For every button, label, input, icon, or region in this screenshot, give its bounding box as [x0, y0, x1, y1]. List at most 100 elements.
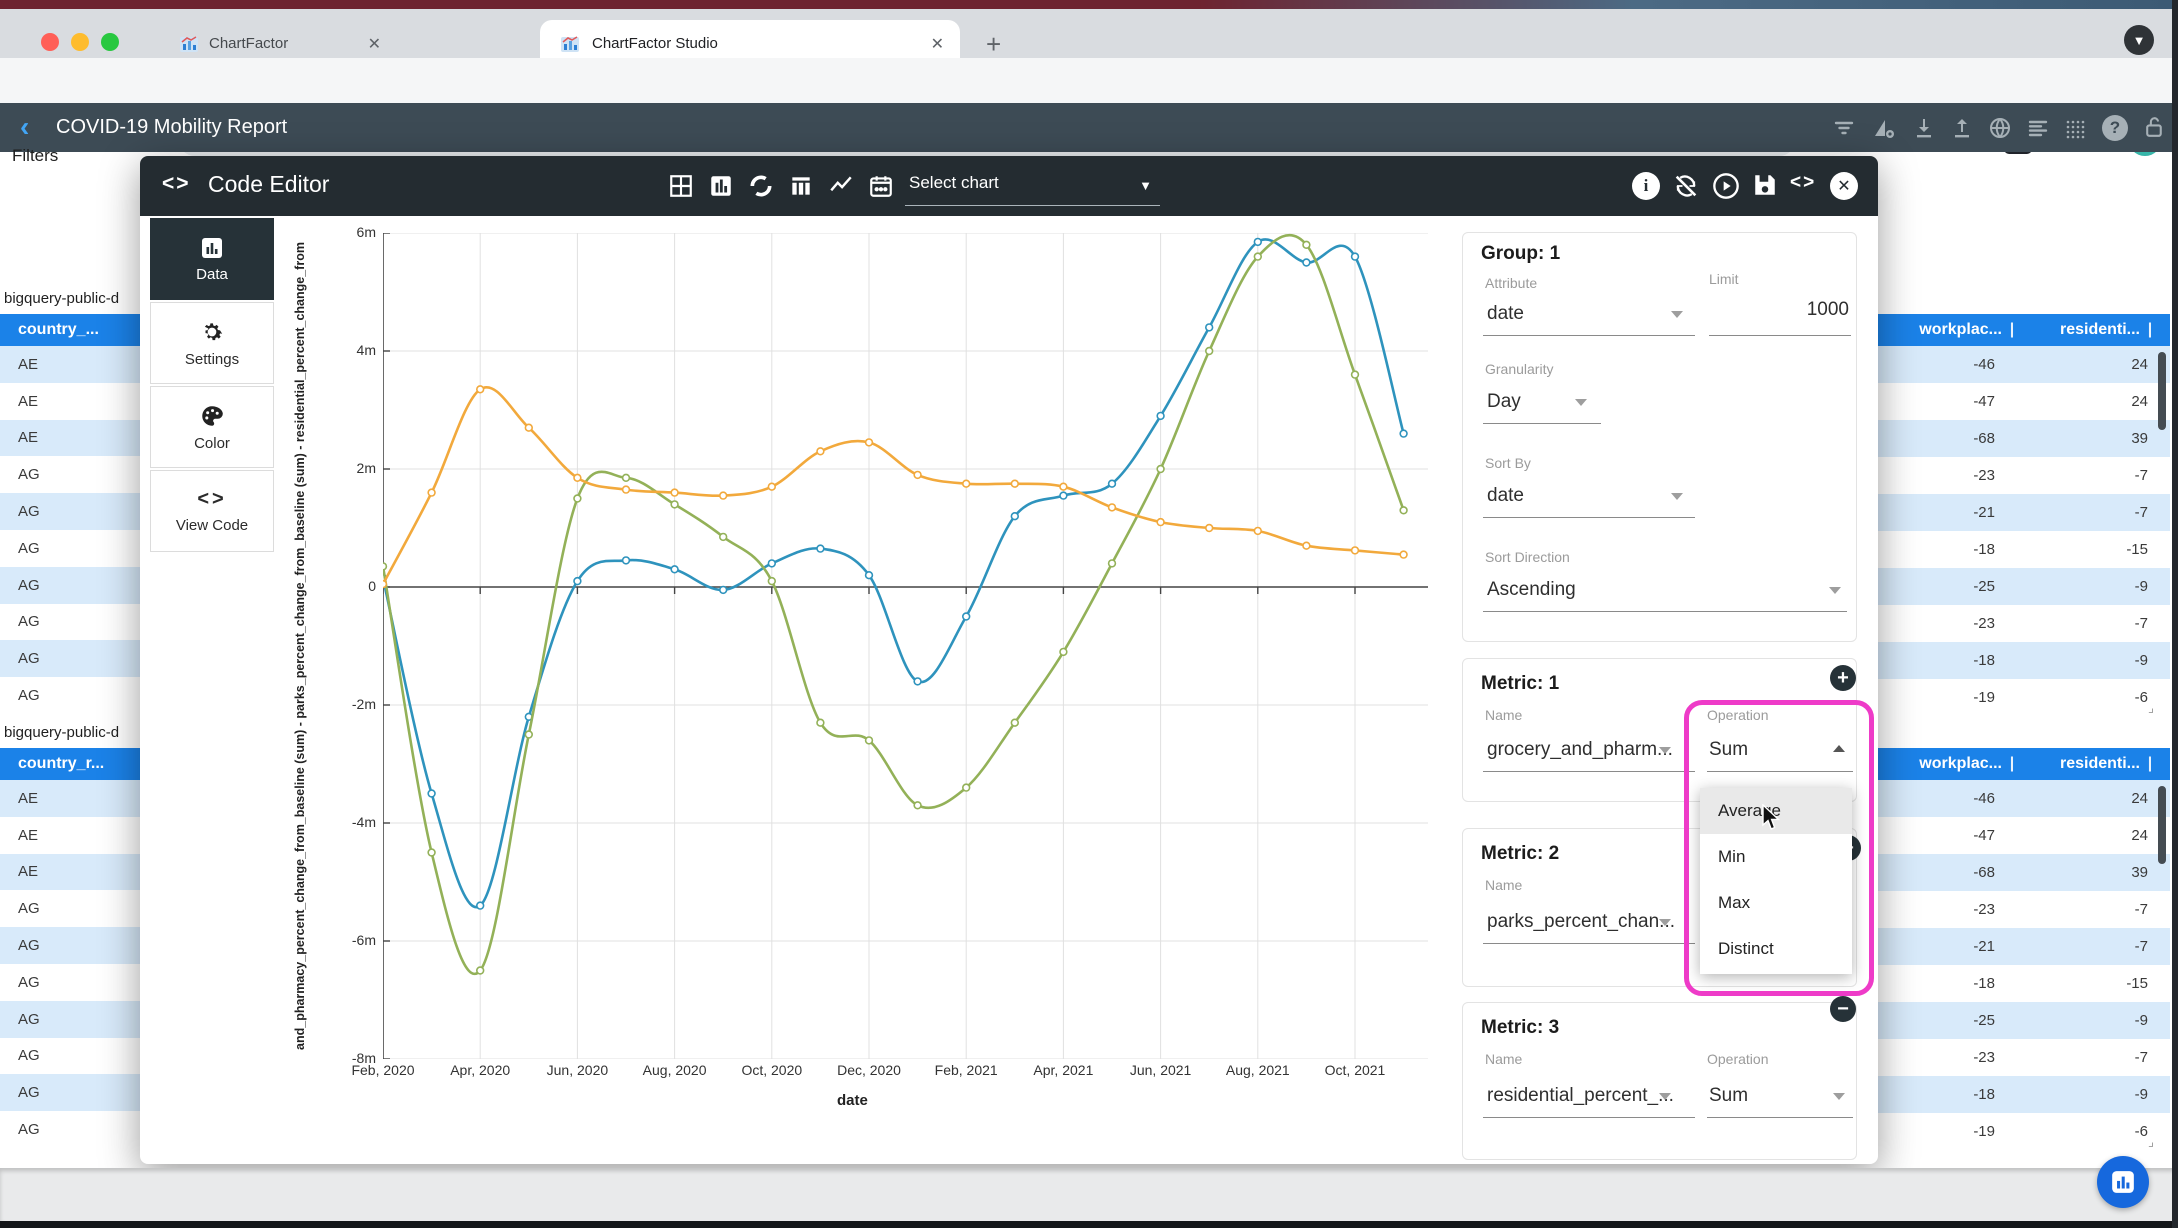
table-row[interactable]: -18-15 — [1878, 531, 2170, 568]
sidebar-item-color[interactable]: Color — [150, 386, 274, 468]
save-icon[interactable] — [1752, 172, 1778, 198]
table-row[interactable]: -18-9 — [1878, 1076, 2170, 1113]
table-scrollbar-thumb[interactable] — [2158, 786, 2166, 864]
chevron-down-icon[interactable] — [1671, 493, 1683, 500]
filter-icon[interactable] — [1832, 116, 1856, 140]
table-row[interactable]: AG — [0, 1001, 145, 1038]
sidebar-item-view-code[interactable]: <> View Code — [150, 470, 274, 552]
metric3-operation-value[interactable]: Sum — [1709, 1085, 1748, 1107]
tab-close-icon[interactable]: ✕ — [368, 34, 381, 54]
table-row[interactable]: AG — [0, 604, 145, 641]
metric1-name-value[interactable]: grocery_and_pharm... — [1487, 739, 1673, 761]
table-row[interactable]: -4724 — [1878, 817, 2170, 854]
chart-fab-button[interactable] — [2097, 1156, 2149, 1208]
table-row[interactable]: -18-15 — [1878, 965, 2170, 1002]
run-play-icon[interactable] — [1712, 172, 1740, 200]
download-icon[interactable] — [1912, 116, 1936, 140]
table-row[interactable]: -25-9 — [1878, 1002, 2170, 1039]
metric3-name-value[interactable]: residential_percent_... — [1487, 1085, 1674, 1107]
table-row[interactable]: AG — [0, 1038, 145, 1075]
grid-dots-icon[interactable] — [2064, 116, 2088, 140]
chevron-down-icon[interactable] — [1575, 399, 1587, 406]
sort-direction-value[interactable]: Ascending — [1487, 579, 1576, 601]
chevron-down-icon[interactable] — [1833, 1093, 1845, 1100]
attribute-value[interactable]: date — [1487, 303, 1524, 325]
table-row[interactable]: -25-9 — [1878, 568, 2170, 605]
chevron-down-icon[interactable] — [1829, 587, 1841, 594]
chart-settings-icon[interactable] — [1872, 115, 1898, 141]
table-row[interactable]: -23-7 — [1878, 457, 2170, 494]
traffic-light-zoom[interactable] — [101, 33, 119, 51]
table-row[interactable]: -4724 — [1878, 383, 2170, 420]
limit-value[interactable]: 1000 — [1709, 299, 1849, 321]
select-chart-dropdown[interactable]: Select chart ▼ — [905, 166, 1160, 206]
table-row[interactable]: AG — [0, 567, 145, 604]
table-header[interactable]: country_... — [0, 314, 145, 346]
chevron-down-icon[interactable] — [1659, 919, 1671, 926]
table-row[interactable]: AE — [0, 420, 145, 457]
add-metric-button[interactable]: + — [1830, 665, 1856, 691]
line-chart-plot[interactable] — [383, 233, 1428, 1059]
upload-icon[interactable] — [1950, 116, 1974, 140]
table-row[interactable]: AG — [0, 964, 145, 1001]
sort-by-value[interactable]: date — [1487, 485, 1524, 507]
chevron-down-icon[interactable] — [1671, 311, 1683, 318]
info-icon[interactable]: i — [1632, 172, 1660, 200]
columns-icon[interactable] — [788, 173, 814, 199]
table-row[interactable]: -4624 — [1878, 780, 2170, 817]
table-resize-handle[interactable]: ⌟ — [2148, 700, 2154, 716]
table-row[interactable]: -23-7 — [1878, 605, 2170, 642]
table-row[interactable]: -18-9 — [1878, 642, 2170, 679]
table-row[interactable]: AE — [0, 817, 145, 854]
bar-chart-icon[interactable] — [708, 173, 734, 199]
view-code-icon[interactable]: <> — [1790, 172, 1816, 194]
table-resize-handle[interactable]: ⌟ — [2148, 1134, 2154, 1150]
table-row[interactable]: AG — [0, 530, 145, 567]
close-icon[interactable]: ✕ — [1830, 172, 1858, 200]
table-header[interactable]: country_r... — [0, 748, 145, 780]
remove-metric3-button[interactable]: − — [1830, 996, 1856, 1022]
chevron-down-icon[interactable] — [1659, 747, 1671, 754]
table-row[interactable]: -23-7 — [1878, 891, 2170, 928]
table-row[interactable]: AE — [0, 780, 145, 817]
table-row[interactable]: AE — [0, 854, 145, 891]
table-row[interactable]: AG — [0, 677, 145, 714]
table-row[interactable]: -6839 — [1878, 854, 2170, 891]
table-scrollbar-thumb[interactable] — [2158, 352, 2166, 430]
app-back-icon[interactable]: ‹ — [20, 111, 29, 143]
donut-chart-icon[interactable] — [748, 173, 774, 199]
tab-search-button[interactable]: ▼ — [2124, 25, 2154, 55]
calendar-icon[interactable] — [868, 173, 894, 199]
table-row[interactable]: AE — [0, 383, 145, 420]
grid-chart-icon[interactable] — [668, 173, 694, 199]
table-row[interactable]: -19-6 — [1878, 679, 2170, 716]
sidebar-item-settings[interactable]: Settings — [150, 302, 274, 384]
sidebar-item-data[interactable]: Data — [150, 218, 274, 300]
table-row[interactable]: -23-7 — [1878, 1039, 2170, 1076]
table-row[interactable]: AG — [0, 890, 145, 927]
new-tab-button[interactable]: + — [986, 29, 1001, 60]
table-row[interactable]: AG — [0, 456, 145, 493]
traffic-light-close[interactable] — [41, 33, 59, 51]
chevron-down-icon[interactable] — [1659, 1093, 1671, 1100]
granularity-value[interactable]: Day — [1487, 391, 1521, 413]
table-row[interactable]: -21-7 — [1878, 928, 2170, 965]
table-header[interactable]: workplac...|residenti...| — [1878, 748, 2170, 780]
table-row[interactable]: -6839 — [1878, 420, 2170, 457]
traffic-light-minimize[interactable] — [71, 33, 89, 51]
tab-close-icon[interactable]: ✕ — [931, 34, 944, 54]
table-row[interactable]: AG — [0, 1111, 145, 1148]
table-header[interactable]: workplac...|residenti...| — [1878, 314, 2170, 346]
table-row[interactable]: -21-7 — [1878, 494, 2170, 531]
table-row[interactable]: AE — [0, 346, 145, 383]
table-row[interactable]: AG — [0, 1074, 145, 1111]
table-row[interactable]: AG — [0, 927, 145, 964]
sync-disabled-icon[interactable] — [1672, 172, 1700, 200]
table-row[interactable]: AG — [0, 640, 145, 677]
unlock-icon[interactable] — [2142, 115, 2167, 140]
table-row[interactable]: -19-6 — [1878, 1113, 2170, 1150]
globe-icon[interactable] — [1988, 116, 2012, 140]
metric2-name-value[interactable]: parks_percent_chan... — [1487, 911, 1675, 933]
help-icon[interactable]: ? — [2102, 115, 2128, 141]
line-chart-icon[interactable] — [828, 173, 854, 199]
